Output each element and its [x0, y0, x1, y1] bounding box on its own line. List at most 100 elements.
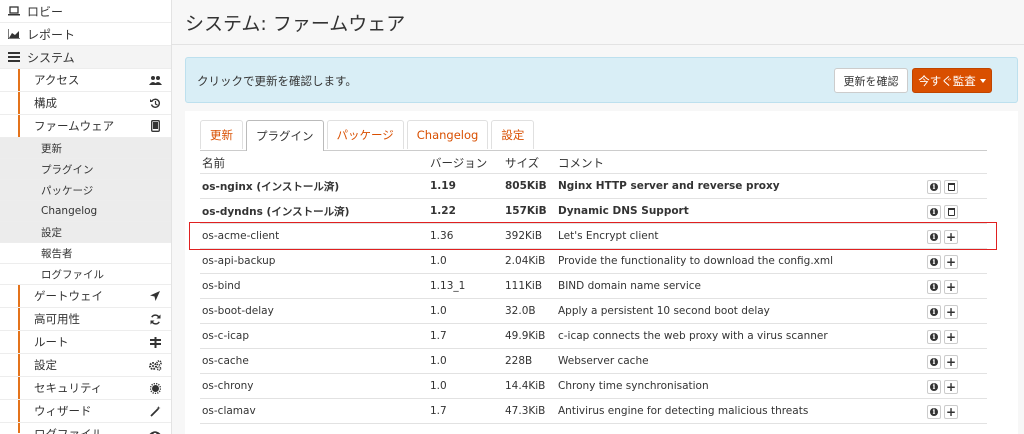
plugin-name: os-boot-delay: [202, 305, 274, 317]
info-button[interactable]: i: [927, 205, 941, 219]
tablet-icon: [148, 119, 162, 133]
sidebar-item-firmware[interactable]: ファームウェア: [0, 115, 171, 138]
table-row: os-chrony 1.0 14.4KiB Chrony time synchroni…: [200, 374, 987, 399]
sidebar-item-label: ログファイル: [34, 427, 103, 434]
plus-icon: +: [945, 405, 957, 419]
eye-icon: [148, 427, 162, 434]
users-icon: [148, 73, 162, 87]
area-chart-icon: [7, 29, 21, 39]
header-size: サイズ: [505, 155, 540, 170]
plugin-version: 1.0: [430, 380, 447, 392]
info-button[interactable]: i: [927, 330, 941, 344]
plugin-comment: Webserver cache: [558, 355, 649, 367]
plugins-table: 名前 バージョン サイズ コメント os-nginx (インストール済) 1.19…: [200, 152, 987, 424]
info-icon: i: [930, 233, 938, 241]
sidebar-subitem-logfiles[interactable]: ログファイル: [0, 264, 171, 285]
info-button[interactable]: i: [927, 305, 941, 319]
tab-label: Changelog: [416, 128, 479, 142]
sidebar-subitem-plugins[interactable]: プラグイン: [0, 159, 171, 180]
install-button[interactable]: +: [944, 305, 958, 319]
info-button[interactable]: i: [927, 230, 941, 244]
certificate-icon: [148, 381, 162, 395]
info-icon: i: [930, 208, 938, 216]
location-arrow-icon: [148, 289, 162, 303]
sidebar-subitem-label: プラグイン: [41, 163, 94, 176]
tab-plugins[interactable]: プラグイン: [246, 120, 324, 151]
tab-changelog[interactable]: Changelog: [406, 120, 489, 149]
info-button[interactable]: i: [927, 280, 941, 294]
table-row: os-cache 1.0 228B Webserver cache i +: [200, 349, 987, 374]
info-button[interactable]: i: [927, 355, 941, 369]
install-button[interactable]: +: [944, 380, 958, 394]
sidebar-item-label: 構成: [34, 96, 57, 110]
sidebar-item-system[interactable]: システム: [0, 46, 171, 69]
plugin-comment: Antivirus engine for detecting malicious…: [558, 405, 809, 417]
sidebar-item-label: 高可用性: [34, 312, 80, 326]
laptop-icon: [7, 6, 21, 16]
sidebar-item-log-files[interactable]: ログファイル: [0, 423, 171, 434]
tab-updates[interactable]: 更新: [200, 120, 243, 149]
plus-icon: +: [945, 330, 957, 344]
install-button[interactable]: +: [944, 355, 958, 369]
info-button[interactable]: i: [927, 405, 941, 419]
tab-label: 設定: [501, 128, 525, 142]
plugin-version: 1.22: [430, 205, 456, 217]
info-button[interactable]: i: [927, 380, 941, 394]
sidebar-item-lobby[interactable]: ロビー: [0, 0, 171, 23]
plugin-name: os-clamav: [202, 405, 256, 417]
check-updates-button[interactable]: 更新を確認: [834, 68, 908, 93]
sidebar-subitem-reporter[interactable]: 報告者: [0, 243, 171, 264]
sidebar-item-wizard[interactable]: ウィザード: [0, 400, 171, 423]
info-icon: i: [930, 308, 938, 316]
refresh-icon: [148, 312, 162, 326]
info-icon: i: [930, 283, 938, 291]
sidebar-item-label: アクセス: [34, 73, 80, 87]
plugin-name: os-c-icap: [202, 330, 250, 342]
sidebar-item-access[interactable]: アクセス: [0, 69, 171, 92]
system-submenu: アクセス 構成 ファームウェア 更新 プラグイン パッケージ Changelog…: [0, 69, 171, 434]
sidebar-subitem-label: ログファイル: [41, 268, 104, 281]
sidebar-item-reports[interactable]: レポート: [0, 23, 171, 46]
install-button[interactable]: +: [944, 330, 958, 344]
plugin-size: 392KiB: [505, 230, 543, 242]
install-button[interactable]: +: [944, 230, 958, 244]
sidebar-item-security[interactable]: セキュリティ: [0, 377, 171, 400]
table-row: os-clamav 1.7 47.3KiB Antivirus engine for …: [200, 399, 987, 424]
sidebar-subitem-changelog[interactable]: Changelog: [0, 201, 171, 222]
install-button[interactable]: +: [944, 255, 958, 269]
tab-label: プラグイン: [256, 129, 314, 143]
tab-label: 更新: [210, 128, 233, 142]
sidebar-item-config[interactable]: 構成: [0, 92, 171, 115]
tab-packages[interactable]: パッケージ: [326, 120, 404, 149]
install-button[interactable]: +: [944, 405, 958, 419]
sidebar-subitem-packages[interactable]: パッケージ: [0, 180, 171, 201]
plugin-comment: Apply a persistent 10 second boot delay: [558, 305, 770, 317]
plugin-size: 228B: [505, 355, 533, 367]
tab-label: パッケージ: [336, 128, 394, 142]
sidebar-subitem-settings[interactable]: 設定: [0, 222, 171, 243]
plugin-size: 111KiB: [505, 280, 543, 292]
sidebar-item-high-availability[interactable]: 高可用性: [0, 308, 171, 331]
sidebar-item-label: レポート: [27, 27, 76, 42]
sidebar-item-gateways[interactable]: ゲートウェイ: [0, 285, 171, 308]
plugin-version: 1.19: [430, 180, 456, 192]
remove-button[interactable]: [944, 205, 958, 219]
info-button[interactable]: i: [927, 180, 941, 194]
sidebar-subitem-updates[interactable]: 更新: [0, 138, 171, 159]
install-button[interactable]: +: [944, 280, 958, 294]
table-header: 名前 バージョン サイズ コメント: [200, 152, 987, 174]
plugin-version: 1.0: [430, 255, 447, 267]
sidebar-item-label: システム: [27, 50, 75, 65]
plugin-name: os-cache: [202, 355, 249, 367]
audit-now-button[interactable]: 今すぐ監査: [912, 68, 992, 93]
plugin-comment: c-icap connects the web proxy with a vir…: [558, 330, 828, 342]
plugin-size: 49.9KiB: [505, 330, 546, 342]
remove-button[interactable]: [944, 180, 958, 194]
tab-settings[interactable]: 設定: [491, 120, 535, 149]
info-button[interactable]: i: [927, 255, 941, 269]
sidebar-item-settings[interactable]: 設定: [0, 354, 171, 377]
history-icon: [148, 96, 162, 110]
sidebar-item-routes[interactable]: ルート: [0, 331, 171, 354]
plugin-name: os-dyndns (インストール済): [202, 205, 350, 218]
table-row: os-boot-delay 1.0 32.0B Apply a persistent …: [200, 299, 987, 324]
